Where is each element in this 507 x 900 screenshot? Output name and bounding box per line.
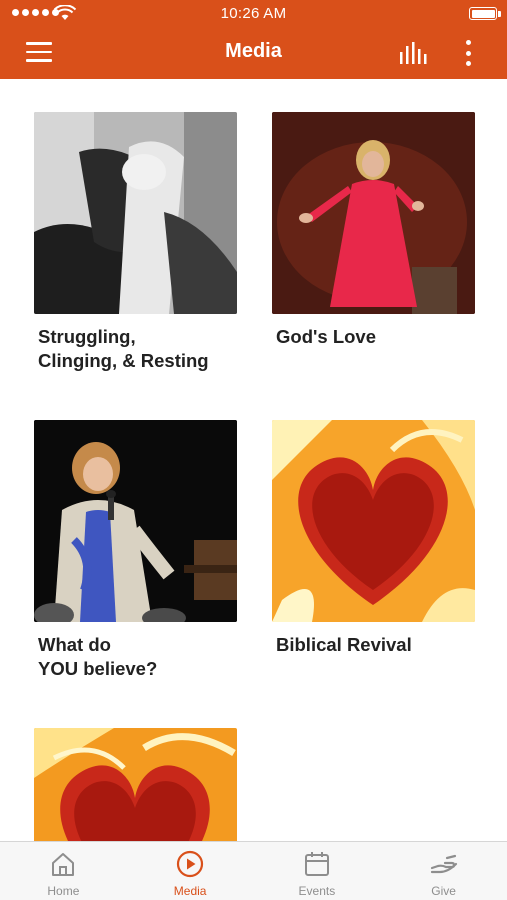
- tab-events[interactable]: Events: [254, 842, 381, 900]
- tab-home[interactable]: Home: [0, 842, 127, 900]
- tab-label: Events: [298, 884, 336, 898]
- speaker-red-dress-photo: [272, 112, 475, 314]
- speaker-microphone-photo: [34, 420, 237, 622]
- clasped-hands-photo: [34, 112, 237, 314]
- media-card[interactable]: [34, 728, 237, 841]
- tab-label: Home: [47, 884, 80, 898]
- page-title: Media: [225, 40, 282, 62]
- media-card-title: God's Love: [276, 326, 376, 347]
- tab-bar: Home Media Events Give: [0, 841, 507, 900]
- tab-give[interactable]: Give: [380, 842, 507, 900]
- battery-icon: [469, 7, 497, 20]
- media-card[interactable]: What do YOU believe?: [34, 420, 237, 681]
- tab-label: Media: [173, 884, 207, 898]
- audio-bars-icon[interactable]: [398, 40, 430, 66]
- calendar-icon: [304, 852, 329, 876]
- play-circle-icon: [177, 850, 204, 878]
- fire-heart-image: [34, 728, 237, 841]
- tab-media[interactable]: Media: [127, 842, 254, 900]
- give-hand-icon: [430, 854, 457, 874]
- more-vertical-icon[interactable]: [458, 38, 478, 68]
- app-header: 10:26 AM Media: [0, 0, 507, 79]
- media-card-title: What do YOU believe?: [38, 634, 158, 679]
- home-icon: [52, 853, 75, 876]
- fire-heart-image: [272, 420, 475, 622]
- battery-cap: [498, 11, 501, 17]
- media-card[interactable]: God's Love: [272, 112, 475, 349]
- media-card[interactable]: Struggling, Clinging, & Resting: [34, 112, 237, 373]
- status-time: 10:26 AM: [220, 5, 287, 22]
- media-card[interactable]: Biblical Revival: [272, 420, 475, 657]
- tab-label: Give: [431, 884, 456, 898]
- status-bar: 10:26 AM: [0, 0, 507, 28]
- nav-bar: Media: [0, 28, 507, 79]
- media-card-title: Biblical Revival: [276, 634, 412, 655]
- media-card-title: Struggling, Clinging, & Resting: [38, 326, 209, 371]
- media-grid: Struggling, Clinging, & Resting God's Lo…: [0, 79, 507, 841]
